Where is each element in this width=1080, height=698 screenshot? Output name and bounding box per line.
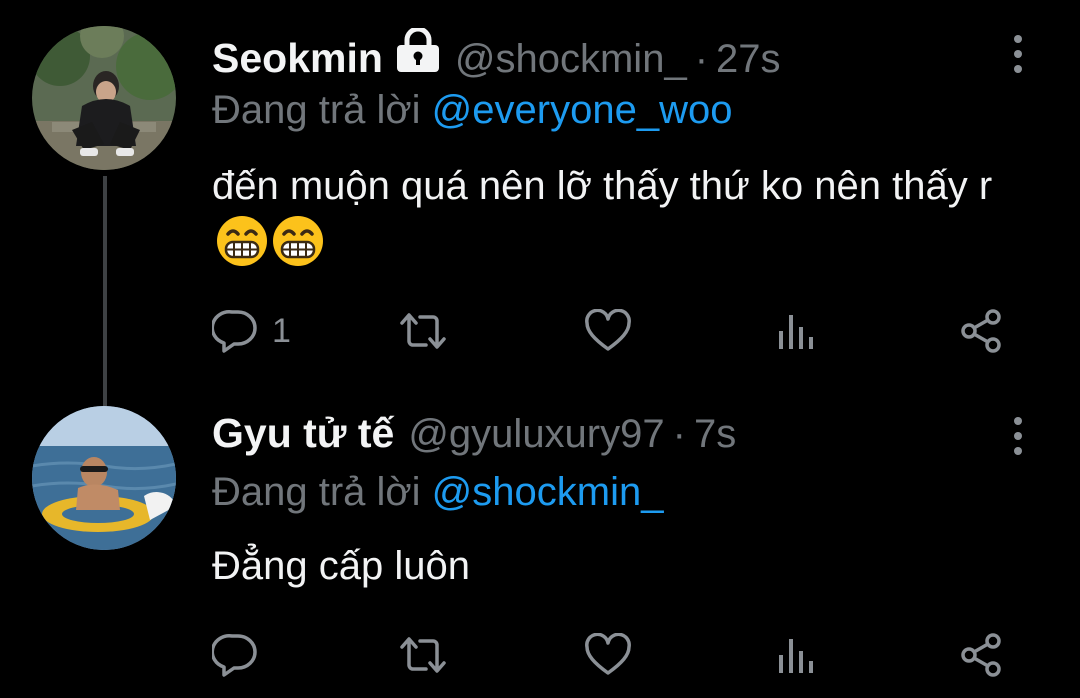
reply-icon	[212, 309, 258, 353]
tweet-text-content: Đẳng cấp luôn	[212, 544, 470, 588]
timestamp[interactable]: 7s	[694, 412, 736, 457]
handle[interactable]: @gyuluxury97	[408, 412, 664, 457]
grinning-face-emoji-icon	[272, 215, 324, 267]
separator-dot: ·	[672, 412, 686, 456]
mention-link[interactable]: @everyone_woo	[432, 88, 733, 132]
display-name[interactable]: Gyu tử tế	[212, 410, 394, 457]
more-icon[interactable]	[1008, 35, 1028, 80]
tweet-header: Seokmin @shockmin_ · 27s	[212, 26, 781, 81]
retweet-icon	[398, 311, 448, 351]
replying-to: Đang trả lời @everyone_woo	[212, 88, 732, 133]
reply-icon	[212, 633, 258, 677]
views-icon	[776, 311, 816, 351]
display-name[interactable]: Seokmin	[212, 35, 383, 82]
tweet-text-content: đến muộn quá nên lỡ thấy thứ ko nên thấy…	[212, 164, 993, 208]
like-icon	[584, 309, 632, 353]
tweet-text: Đẳng cấp luôn	[212, 538, 1032, 594]
share-button[interactable]	[960, 630, 1004, 680]
lock-icon	[395, 26, 441, 77]
tweet-header: Gyu tử tế @gyuluxury97 · 7s	[212, 410, 736, 460]
avatar[interactable]	[32, 26, 176, 170]
more-icon[interactable]	[1008, 417, 1028, 462]
mention-link[interactable]: @shockmin_	[432, 470, 664, 514]
thread-connector	[103, 176, 107, 406]
replying-label: Đang trả lời	[212, 470, 421, 514]
retweet-icon	[398, 635, 448, 675]
like-button[interactable]	[584, 306, 632, 356]
handle[interactable]: @shockmin_	[455, 37, 687, 82]
replying-label: Đang trả lời	[212, 88, 421, 132]
retweet-button[interactable]	[398, 630, 448, 680]
retweet-button[interactable]	[398, 306, 448, 356]
reply-button[interactable]: 1	[212, 306, 291, 356]
avatar[interactable]	[32, 406, 176, 550]
share-button[interactable]	[960, 306, 1004, 356]
timestamp[interactable]: 27s	[716, 37, 781, 82]
views-button[interactable]	[776, 306, 816, 356]
tweet[interactable]: Seokmin @shockmin_ · 27s Đang trả lời @e…	[0, 0, 1080, 406]
action-bar: 1	[212, 306, 1022, 356]
separator-dot: ·	[694, 37, 709, 81]
like-icon	[584, 633, 632, 677]
views-icon	[776, 635, 816, 675]
reply-count: 1	[272, 311, 291, 350]
replying-to: Đang trả lời @shockmin_	[212, 470, 663, 515]
action-bar	[212, 630, 1022, 680]
share-icon	[960, 309, 1004, 353]
tweet[interactable]: Gyu tử tế @gyuluxury97 · 7s Đang trả lời…	[0, 380, 1080, 698]
reply-button[interactable]	[212, 630, 272, 680]
tweet-text: đến muộn quá nên lỡ thấy thứ ko nên thấy…	[212, 158, 1032, 270]
share-icon	[960, 633, 1004, 677]
grinning-face-emoji-icon	[216, 215, 268, 267]
views-button[interactable]	[776, 630, 816, 680]
like-button[interactable]	[584, 630, 632, 680]
